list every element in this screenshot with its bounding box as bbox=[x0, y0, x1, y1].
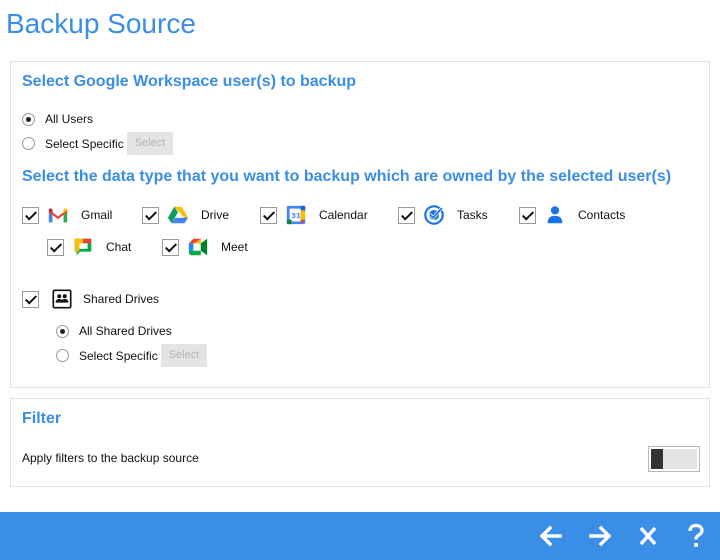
shared-drives-label: Shared Drives bbox=[83, 292, 160, 306]
google-drive-icon bbox=[167, 204, 189, 226]
close-icon bbox=[639, 526, 657, 546]
google-meet-icon bbox=[187, 236, 209, 258]
all-users-option[interactable]: All Users bbox=[22, 112, 93, 126]
select-specific-users-label: Select Specific bbox=[45, 136, 124, 151]
drive-checkbox[interactable] bbox=[142, 206, 159, 224]
shared-drives-icon bbox=[51, 288, 73, 310]
users-section-heading: Select Google Workspace user(s) to backu… bbox=[22, 73, 357, 90]
data-type-drive[interactable]: Drive bbox=[142, 204, 229, 226]
google-chat-icon bbox=[72, 236, 94, 258]
filter-panel: Filter Apply filters to the backup sourc… bbox=[10, 398, 710, 487]
select-specific-users-radio[interactable] bbox=[22, 137, 35, 150]
data-type-section-heading: Select the data type that you want to ba… bbox=[22, 168, 672, 185]
help-button[interactable] bbox=[682, 522, 710, 550]
apply-filters-label: Apply filters to the backup source bbox=[22, 451, 199, 465]
apply-filters-toggle[interactable] bbox=[648, 446, 700, 472]
contacts-label: Contacts bbox=[578, 208, 626, 222]
all-shared-drives-label: All Shared Drives bbox=[79, 324, 172, 338]
shared-drives-checkbox[interactable] bbox=[22, 290, 39, 308]
meet-label: Meet bbox=[221, 240, 248, 254]
select-specific-shared-drives-label: Select Specific bbox=[79, 348, 158, 363]
chat-label: Chat bbox=[106, 240, 132, 254]
all-shared-drives-radio[interactable] bbox=[56, 324, 69, 338]
data-type-chat[interactable]: Chat bbox=[47, 236, 131, 258]
calendar-label: Calendar bbox=[319, 208, 368, 222]
drive-label: Drive bbox=[201, 208, 230, 222]
shared-drives-item[interactable]: Shared Drives bbox=[22, 288, 159, 310]
data-type-contacts[interactable]: Contacts bbox=[519, 204, 625, 226]
filter-section-heading: Filter bbox=[22, 410, 62, 427]
google-contacts-icon bbox=[544, 204, 566, 226]
data-type-tasks[interactable]: Tasks bbox=[398, 204, 488, 226]
select-users-button[interactable]: Select bbox=[126, 132, 174, 155]
data-type-gmail[interactable]: Gmail bbox=[22, 204, 112, 226]
all-shared-drives-option[interactable]: All Shared Drives bbox=[56, 324, 172, 338]
next-button[interactable] bbox=[586, 522, 614, 550]
google-tasks-icon bbox=[423, 204, 445, 226]
all-users-label: All Users bbox=[45, 112, 94, 126]
data-type-meet[interactable]: Meet bbox=[162, 236, 248, 258]
contacts-checkbox[interactable] bbox=[519, 206, 536, 224]
back-button[interactable] bbox=[537, 522, 565, 550]
svg-text:31: 31 bbox=[291, 212, 301, 220]
page-title: Backup Source bbox=[6, 8, 196, 39]
select-specific-shared-drives-radio[interactable] bbox=[56, 349, 69, 362]
next-arrow-icon bbox=[589, 525, 612, 547]
footer-bar bbox=[0, 512, 720, 560]
all-users-radio[interactable] bbox=[22, 112, 35, 126]
google-calendar-icon: 31 bbox=[285, 204, 307, 226]
chat-checkbox[interactable] bbox=[47, 238, 64, 256]
gmail-label: Gmail bbox=[81, 208, 113, 222]
meet-checkbox[interactable] bbox=[162, 238, 179, 256]
tasks-checkbox[interactable] bbox=[398, 206, 415, 224]
calendar-checkbox[interactable] bbox=[260, 206, 277, 224]
help-icon bbox=[688, 523, 704, 547]
select-specific-users-option[interactable]: Select Specific Select bbox=[22, 132, 174, 155]
select-shared-drives-button[interactable]: Select bbox=[160, 344, 208, 367]
gmail-icon bbox=[47, 204, 69, 226]
gmail-checkbox[interactable] bbox=[22, 206, 39, 224]
toggle-knob[interactable] bbox=[651, 449, 663, 469]
tasks-label: Tasks bbox=[457, 208, 488, 222]
back-arrow-icon bbox=[539, 525, 562, 547]
select-specific-shared-drives-option[interactable]: Select Specific Select bbox=[56, 344, 208, 367]
close-button[interactable] bbox=[634, 522, 662, 550]
backup-source-panel: Select Google Workspace user(s) to backu… bbox=[10, 61, 710, 388]
data-type-calendar[interactable]: 31 Calendar bbox=[260, 204, 368, 226]
